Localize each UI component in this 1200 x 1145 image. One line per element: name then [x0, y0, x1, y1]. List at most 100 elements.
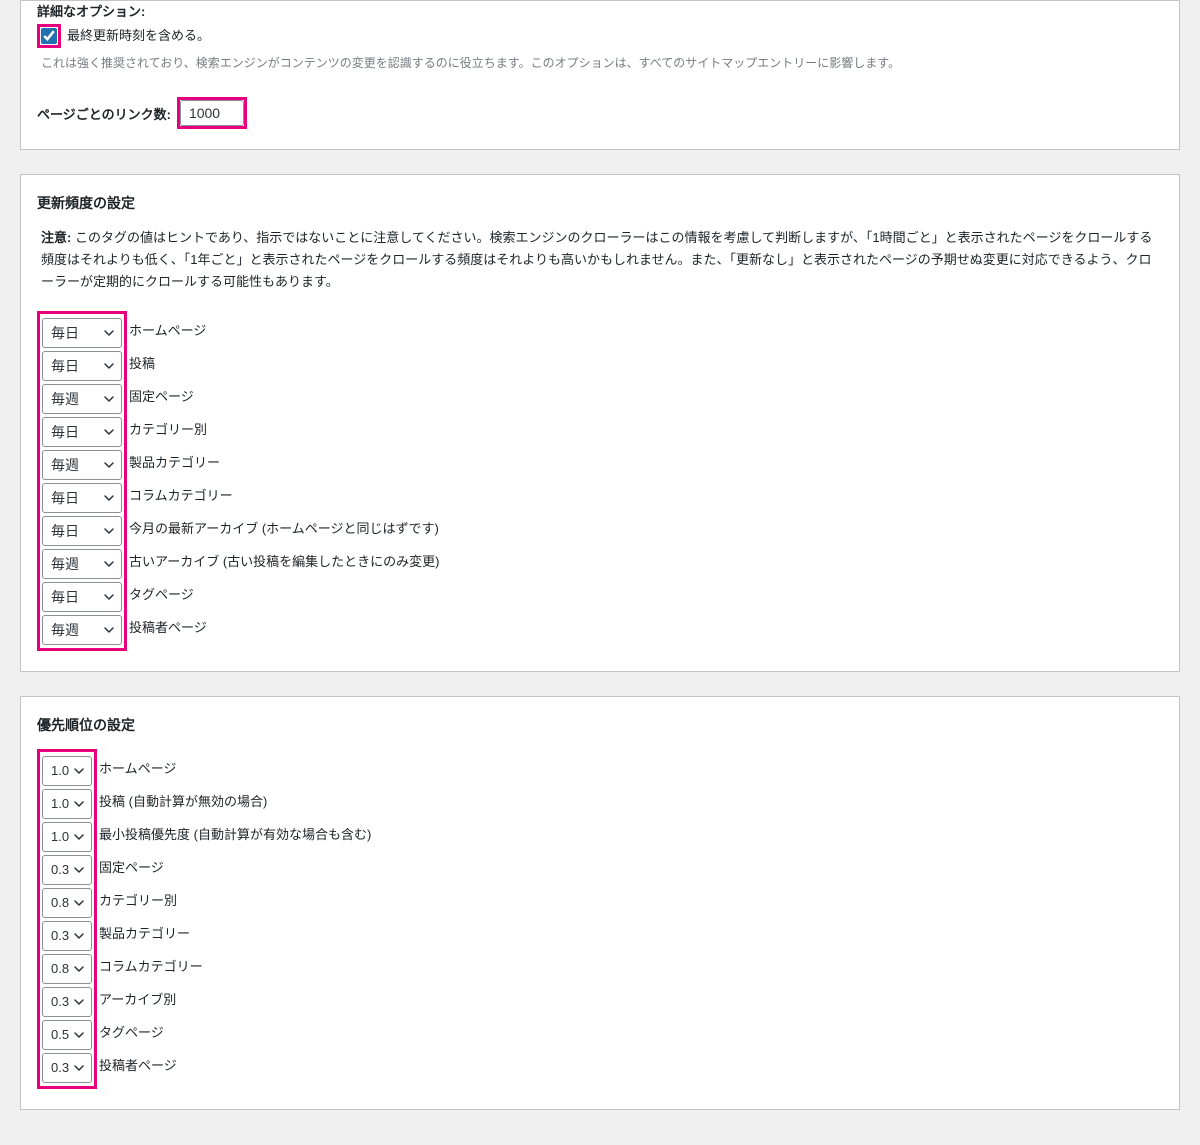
priority-select-value: 1.0	[51, 796, 69, 811]
frequency-row-label: コラムカテゴリー	[129, 485, 233, 504]
frequency-select-1[interactable]: 毎日	[42, 351, 122, 381]
frequency-row-label: 古いアーカイブ (古い投稿を編集したときにのみ変更)	[129, 551, 440, 570]
frequency-row-label: タグページ	[129, 584, 194, 603]
priority-row-label: カテゴリー別	[99, 890, 177, 909]
priority-row-label: タグページ	[99, 1022, 164, 1041]
chevron-down-icon	[73, 963, 85, 975]
frequency-row-label: ホームページ	[129, 320, 206, 339]
frequency-select-7[interactable]: 毎週	[42, 549, 122, 579]
highlight-box-frequency: 毎日毎日毎週毎日毎週毎日毎日毎週毎日毎週	[37, 311, 127, 651]
priority-select-value: 0.8	[51, 895, 69, 910]
chevron-down-icon	[103, 360, 115, 372]
frequency-title: 更新頻度の設定	[37, 193, 1163, 213]
priority-select-7[interactable]: 0.3	[42, 987, 92, 1017]
chevron-down-icon	[103, 393, 115, 405]
frequency-select-6[interactable]: 毎日	[42, 516, 122, 546]
advanced-options-title: 詳細なオプション:	[37, 1, 1163, 20]
priority-select-value: 0.8	[51, 961, 69, 976]
priority-select-2[interactable]: 1.0	[42, 822, 92, 852]
priority-select-8[interactable]: 0.5	[42, 1020, 92, 1050]
chevron-down-icon	[73, 1062, 85, 1074]
chevron-down-icon	[73, 930, 85, 942]
priority-row-label: 最小投稿優先度 (自動計算が有効な場合も含む)	[99, 824, 371, 843]
chevron-down-icon	[73, 831, 85, 843]
frequency-select-4[interactable]: 毎週	[42, 450, 122, 480]
chevron-down-icon	[73, 765, 85, 777]
priority-row-label: 投稿 (自動計算が無効の場合)	[99, 791, 267, 810]
frequency-row-label: 投稿	[129, 353, 155, 372]
include-lastmod-row: 最終更新時刻を含める。	[37, 26, 1163, 48]
priority-select-value: 1.0	[51, 829, 69, 844]
priority-select-value: 0.3	[51, 994, 69, 1009]
priority-select-4[interactable]: 0.8	[42, 888, 92, 918]
frequency-row-label: カテゴリー別	[129, 419, 207, 438]
include-lastmod-label: 最終更新時刻を含める。	[67, 26, 210, 46]
links-per-page-label: ページごとのリンク数:	[37, 104, 171, 123]
advanced-options-panel: 詳細なオプション: 最終更新時刻を含める。 これは強く推奨されており、検索エンジ…	[20, 0, 1180, 150]
priority-select-value: 0.3	[51, 1060, 69, 1075]
priority-row-label: 投稿者ページ	[99, 1055, 177, 1074]
priority-select-0[interactable]: 1.0	[42, 756, 92, 786]
links-per-page-input[interactable]	[180, 100, 244, 126]
highlight-box-input	[177, 97, 247, 129]
frequency-select-value: 毎週	[51, 554, 79, 574]
priority-row-label: 製品カテゴリー	[99, 923, 190, 942]
frequency-select-value: 毎週	[51, 620, 79, 640]
links-per-page-row: ページごとのリンク数:	[37, 97, 1163, 129]
frequency-select-value: 毎日	[51, 323, 79, 343]
chevron-down-icon	[103, 525, 115, 537]
priority-panel: 優先順位の設定 1.0 1.0 1.0 0.3 0.8 0.3 0.8 0.3 0.5 0.3 ホ…	[20, 696, 1180, 1110]
frequency-select-value: 毎日	[51, 587, 79, 607]
priority-row-label: 固定ページ	[99, 857, 164, 876]
priority-select-1[interactable]: 1.0	[42, 789, 92, 819]
chevron-down-icon	[73, 798, 85, 810]
frequency-select-value: 毎日	[51, 521, 79, 541]
chevron-down-icon	[103, 591, 115, 603]
frequency-select-2[interactable]: 毎週	[42, 384, 122, 414]
chevron-down-icon	[73, 1029, 85, 1041]
include-lastmod-desc: これは強く推奨されており、検索エンジンがコンテンツの変更を認識するのに役立ちます…	[41, 54, 1163, 73]
frequency-select-value: 毎日	[51, 488, 79, 508]
priority-select-3[interactable]: 0.3	[42, 855, 92, 885]
priority-row-label: コラムカテゴリー	[99, 956, 203, 975]
chevron-down-icon	[73, 996, 85, 1008]
priority-select-value: 0.5	[51, 1027, 69, 1042]
priority-title: 優先順位の設定	[37, 715, 1163, 735]
chevron-down-icon	[103, 459, 115, 471]
frequency-row-label: 固定ページ	[129, 386, 194, 405]
frequency-note: 注意: このタグの値はヒントであり、指示ではないことに注意してください。検索エン…	[37, 227, 1163, 293]
priority-select-value: 1.0	[51, 763, 69, 778]
frequency-row-label: 製品カテゴリー	[129, 452, 220, 471]
priority-select-9[interactable]: 0.3	[42, 1053, 92, 1083]
frequency-select-value: 毎週	[51, 455, 79, 475]
highlight-box-checkbox	[37, 24, 61, 48]
frequency-row-label: 投稿者ページ	[129, 617, 207, 636]
frequency-select-5[interactable]: 毎日	[42, 483, 122, 513]
frequency-select-8[interactable]: 毎日	[42, 582, 122, 612]
frequency-select-value: 毎日	[51, 356, 79, 376]
priority-select-5[interactable]: 0.3	[42, 921, 92, 951]
frequency-select-value: 毎日	[51, 422, 79, 442]
chevron-down-icon	[103, 426, 115, 438]
chevron-down-icon	[73, 864, 85, 876]
highlight-box-priority: 1.0 1.0 1.0 0.3 0.8 0.3 0.8 0.3 0.5 0.3	[37, 749, 97, 1089]
chevron-down-icon	[103, 327, 115, 339]
frequency-select-9[interactable]: 毎週	[42, 615, 122, 645]
priority-row-label: アーカイブ別	[99, 989, 176, 1008]
chevron-down-icon	[103, 492, 115, 504]
frequency-panel: 更新頻度の設定 注意: このタグの値はヒントであり、指示ではないことに注意してく…	[20, 174, 1180, 672]
priority-select-value: 0.3	[51, 862, 69, 877]
priority-row-label: ホームページ	[99, 758, 176, 777]
frequency-select-0[interactable]: 毎日	[42, 318, 122, 348]
frequency-note-text: このタグの値はヒントであり、指示ではないことに注意してください。検索エンジンのク…	[41, 230, 1152, 289]
frequency-row-label: 今月の最新アーカイブ (ホームページと同じはずです)	[129, 518, 439, 537]
chevron-down-icon	[73, 897, 85, 909]
chevron-down-icon	[103, 624, 115, 636]
priority-select-value: 0.3	[51, 928, 69, 943]
priority-select-6[interactable]: 0.8	[42, 954, 92, 984]
frequency-note-label: 注意:	[41, 230, 71, 245]
include-lastmod-checkbox[interactable]	[41, 28, 57, 44]
frequency-select-value: 毎週	[51, 389, 79, 409]
chevron-down-icon	[103, 558, 115, 570]
frequency-select-3[interactable]: 毎日	[42, 417, 122, 447]
